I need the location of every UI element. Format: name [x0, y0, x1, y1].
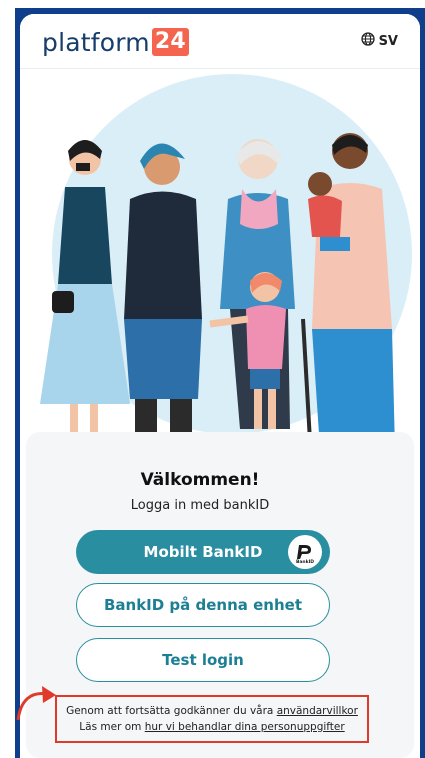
mobile-bankid-label: Mobilt BankID — [143, 543, 263, 561]
globe-icon — [360, 32, 375, 50]
mobile-bankid-button[interactable]: Mobilt BankID BankID — [76, 530, 330, 574]
platform24-logo[interactable]: platform 24 — [42, 26, 189, 58]
consent-notice: Genom att fortsätta godkänner du våra an… — [55, 695, 369, 743]
privacy-link[interactable]: hur vi behandlar dina personuppgifter — [145, 721, 345, 733]
logo-word: platform — [42, 27, 150, 57]
terms-link[interactable]: användarvillkor — [277, 705, 358, 717]
login-subtitle: Logga in med bankID — [130, 498, 270, 513]
test-login-button[interactable]: Test login — [76, 638, 330, 682]
top-header: platform 24 SV — [20, 14, 420, 69]
family-illustration — [20, 69, 420, 454]
logo-number-badge: 24 — [151, 28, 189, 56]
welcome-title: Välkommen! — [140, 470, 260, 490]
bankid-logo-icon: BankID — [288, 535, 322, 569]
test-login-label: Test login — [162, 651, 244, 669]
consent-line-1-text: Genom att fortsätta godkänner du våra — [66, 705, 277, 717]
device-bankid-button[interactable]: BankID på denna enhet — [76, 583, 330, 627]
svg-text:BankID: BankID — [296, 559, 314, 565]
language-selector[interactable]: SV — [360, 32, 398, 50]
device-bankid-label: BankID på denna enhet — [103, 596, 303, 614]
consent-line-2-text: Läs mer om — [79, 721, 145, 733]
consent-line-1: Genom att fortsätta godkänner du våra an… — [66, 703, 358, 719]
language-code: SV — [378, 33, 398, 49]
consent-line-2: Läs mer om hur vi behandlar dina personu… — [79, 719, 344, 735]
